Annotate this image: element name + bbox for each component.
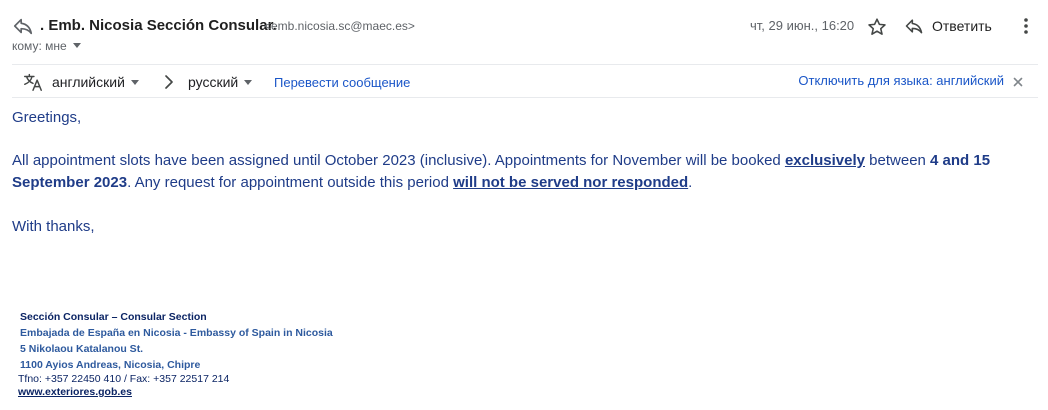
paragraph-text-1: All appointment slots have been assigned… xyxy=(12,152,785,169)
source-language-select[interactable]: английский xyxy=(52,74,139,90)
message-paragraph: All appointment slots have been assigned… xyxy=(12,150,1022,194)
signature-city: 1100 Ayios Andreas, Nicosia, Chipre xyxy=(20,359,201,371)
reply-arrow-icon[interactable] xyxy=(12,15,34,37)
paragraph-text-4: . xyxy=(688,174,693,191)
target-language-label: русский xyxy=(188,74,239,90)
paragraph-text-2: between xyxy=(865,152,931,169)
signature-street: 5 Nikolaou Katalanou St. xyxy=(20,343,144,355)
message-date: чт, 29 июн., 16:20 xyxy=(750,18,855,33)
more-vert-icon[interactable] xyxy=(1016,15,1036,37)
signature-section: Sección Consular – Consular Section xyxy=(20,311,207,323)
translate-message-link[interactable]: Перевести сообщение xyxy=(274,75,410,90)
translate-icon xyxy=(24,73,42,91)
reply-button[interactable]: Ответить xyxy=(904,13,992,39)
chevron-down-icon[interactable] xyxy=(72,43,81,48)
reply-label: Ответить xyxy=(932,18,992,34)
recipient-details[interactable]: кому: мне xyxy=(12,39,81,53)
message-closing: With thanks, xyxy=(12,218,95,235)
translate-bar: английский русский Перевести сообщение О… xyxy=(12,64,1038,98)
sender-email: <emb.nicosia.sc@maec.es> xyxy=(264,19,415,33)
target-language-select[interactable]: русский xyxy=(188,74,253,90)
chevron-right-icon xyxy=(165,75,173,89)
chevron-down-icon xyxy=(130,80,139,85)
signature-website-link[interactable]: www.exteriores.gob.es xyxy=(18,386,132,398)
close-icon[interactable] xyxy=(1012,76,1024,88)
chevron-down-icon xyxy=(244,80,253,85)
disable-translation-link[interactable]: Отключить для языка: английский xyxy=(798,73,1004,88)
message-greeting: Greetings, xyxy=(12,109,82,126)
emphasis-exclusively: exclusively xyxy=(784,152,865,169)
signature-embassy: Embajada de España en Nicosia - Embassy … xyxy=(20,327,333,339)
reply-icon xyxy=(905,19,923,34)
emphasis-not-served: will not be served nor responded xyxy=(453,174,689,191)
star-icon[interactable] xyxy=(866,16,888,38)
sender-name[interactable]: . Emb. Nicosia Sección Consular. xyxy=(40,17,277,34)
paragraph-text-3: . Any request for appointment outside th… xyxy=(127,174,454,191)
source-language-label: английский xyxy=(52,74,125,90)
recipient-label: кому: мне xyxy=(12,39,67,53)
signature-phone: Tfno: +357 22450 410 / Fax: +357 22517 2… xyxy=(18,373,230,385)
